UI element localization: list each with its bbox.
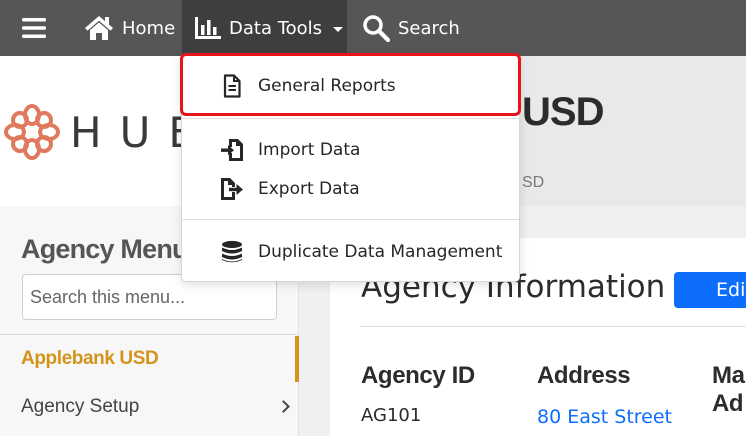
chevron-right-icon <box>277 400 290 413</box>
sidebar-item-label: Applebank USD <box>21 348 159 369</box>
sidebar-heading: Agency Menu <box>21 234 189 264</box>
column-header-agency-id: Agency ID <box>361 362 475 389</box>
menu-divider <box>182 118 519 119</box>
import-icon <box>221 139 243 161</box>
nav-data-tools[interactable]: Data Tools <box>182 0 347 56</box>
chevron-down-icon <box>333 26 344 32</box>
nav-home-label: Home <box>122 17 176 39</box>
edit-button[interactable]: Edit <box>674 272 746 308</box>
top-navbar: Home Data Tools Search <box>0 0 746 56</box>
agency-banner: USD SD <box>520 56 746 206</box>
bar-chart-icon <box>195 17 221 39</box>
home-icon <box>85 16 113 40</box>
sidebar-divider <box>0 334 299 335</box>
sidebar-item-label: Agency Setup <box>21 396 140 417</box>
card-divider <box>360 326 746 327</box>
nav-home[interactable]: Home <box>84 0 175 56</box>
sidebar-item-agency-setup[interactable]: Agency Setup <box>0 384 299 430</box>
nav-search-label: Search <box>398 17 460 39</box>
nav-data-tools-label: Data Tools <box>229 17 323 39</box>
menu-item-label: Export Data <box>258 179 360 199</box>
menu-item-general-reports[interactable]: General Reports <box>182 68 519 104</box>
export-icon <box>221 178 243 200</box>
flower-logo-icon <box>4 104 60 164</box>
menu-toggle-button[interactable] <box>22 0 48 56</box>
menu-item-label: Import Data <box>258 140 361 160</box>
nav-search[interactable]: Search <box>362 0 460 56</box>
database-icon <box>222 240 242 263</box>
data-tools-dropdown: General Reports Import Data Export Data … <box>181 53 520 282</box>
banner-subtitle: SD <box>522 174 545 191</box>
menu-item-duplicate-data-management[interactable]: Duplicate Data Management <box>182 234 519 270</box>
sidebar-item-applebank-usd[interactable]: Applebank USD <box>0 336 299 382</box>
column-header-address: Address <box>537 362 631 389</box>
menu-item-label: General Reports <box>258 76 396 96</box>
menu-icon <box>22 18 46 38</box>
banner-title: USD <box>522 90 604 134</box>
column-header-mailing-address: Ma Ad <box>712 362 745 417</box>
menu-item-import-data[interactable]: Import Data <box>182 132 519 168</box>
file-text-icon <box>223 74 241 98</box>
address-link[interactable]: 80 East Street <box>537 406 672 428</box>
menu-item-export-data[interactable]: Export Data <box>182 171 519 207</box>
menu-item-label: Duplicate Data Management <box>258 242 503 262</box>
agency-id-value: AG101 <box>361 405 422 426</box>
menu-divider <box>182 219 519 220</box>
search-icon <box>363 15 390 42</box>
